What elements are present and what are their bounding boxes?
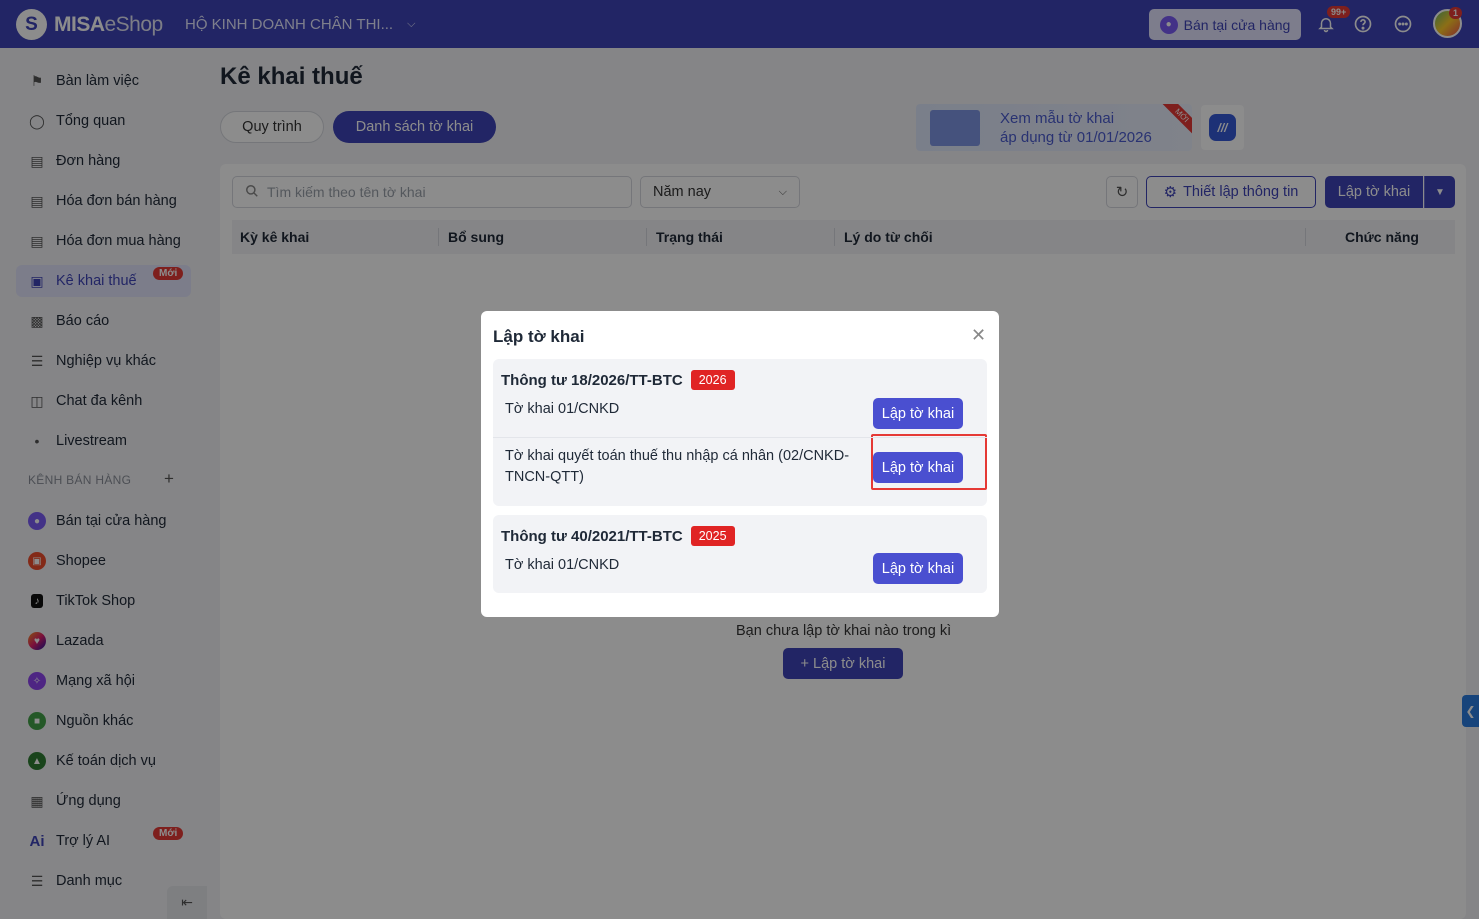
form-name: Tờ khai quyết toán thuế thu nhập cá nhân… (505, 448, 850, 485)
create-form-button[interactable]: Lập tờ khai (873, 398, 963, 429)
circular-name: Thông tư 18/2026/TT-BTC (501, 371, 683, 389)
year-badge: 2026 (690, 370, 735, 390)
create-form-button[interactable]: Lập tờ khai (873, 553, 963, 584)
circular-group: Thông tư 40/2021/TT-BTC 2025 Tờ khai 01/… (493, 515, 987, 593)
year-badge: 2025 (690, 526, 735, 546)
circular-title: Thông tư 18/2026/TT-BTC 2026 (501, 370, 735, 390)
circular-group: Thông tư 18/2026/TT-BTC 2026 Tờ khai 01/… (493, 359, 987, 506)
form-name: Tờ khai 01/CNKD (505, 401, 620, 417)
circular-title: Thông tư 40/2021/TT-BTC 2025 (501, 526, 735, 546)
circular-name: Thông tư 40/2021/TT-BTC (501, 527, 683, 545)
row-divider (493, 437, 987, 438)
create-declaration-modal: Lập tờ khai ✕ Thông tư 18/2026/TT-BTC 20… (481, 311, 999, 617)
modal-title: Lập tờ khai (493, 327, 585, 346)
form-name: Tờ khai 01/CNKD (505, 557, 620, 573)
close-icon[interactable]: ✕ (971, 325, 986, 346)
create-form-button[interactable]: Lập tờ khai (873, 452, 963, 483)
